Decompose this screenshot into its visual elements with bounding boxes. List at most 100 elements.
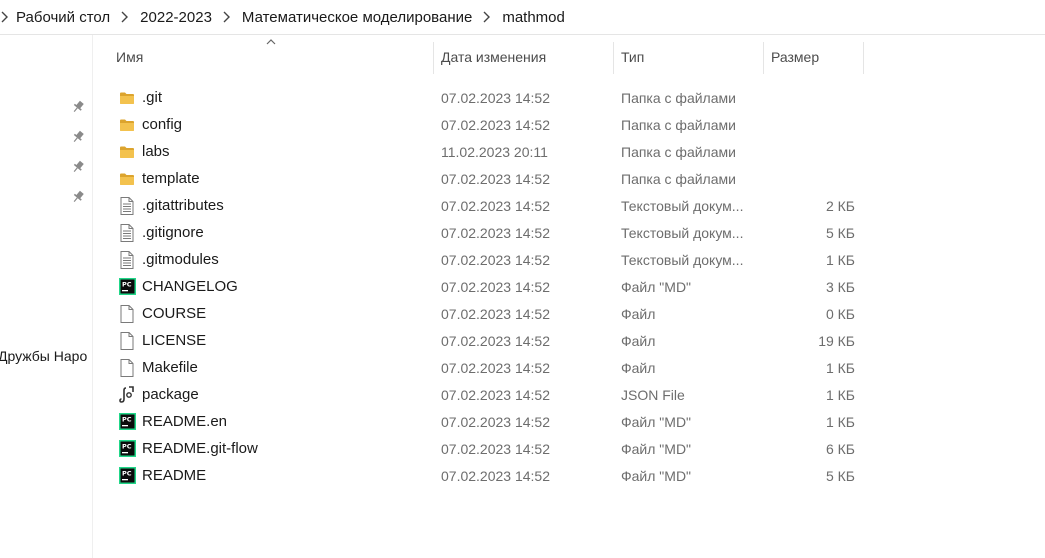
file-type: Файл "MD": [621, 440, 692, 457]
pin-icon[interactable]: [70, 129, 86, 145]
file-date-modified: 07.02.2023 14:52: [441, 224, 550, 241]
file-type: Файл: [621, 359, 656, 376]
folder-icon: [118, 165, 136, 192]
file-row[interactable]: LICENSE 07.02.2023 14:52 Файл 19 КБ: [108, 327, 868, 354]
file-row[interactable]: template 07.02.2023 14:52 Папка с файлами: [108, 165, 868, 192]
file-row[interactable]: .gitattributes 07.02.2023 14:52 Текстовый …: [108, 192, 868, 219]
file-size: [763, 165, 855, 192]
chevron-right-icon[interactable]: [218, 11, 236, 23]
text-document-icon: [118, 219, 136, 246]
column-header-row: Имя Дата изменения Тип Размер: [108, 39, 868, 74]
file-type: Папка с файлами: [621, 170, 736, 187]
file-type: Файл: [621, 305, 656, 322]
column-header-name[interactable]: Имя: [108, 40, 433, 74]
file-date-modified: 11.02.2023 20:11: [441, 143, 548, 160]
file-size: 0 КБ: [825, 305, 855, 322]
breadcrumb-item-current-folder[interactable]: mathmod: [496, 9, 571, 26]
text-document-icon: [118, 246, 136, 273]
nav-item-label[interactable]: Дружбы Наро: [0, 348, 87, 364]
file-type: Папка с файлами: [621, 89, 736, 106]
file-row[interactable]: PC README.git-flow 07.02.2023 14:52 Файл "M…: [108, 435, 868, 462]
file-row[interactable]: COURSE 07.02.2023 14:52 Файл 0 КБ: [108, 300, 868, 327]
file-size: 5 КБ: [825, 467, 855, 484]
file-date-modified: 07.02.2023 14:52: [441, 386, 550, 403]
svg-text:PC: PC: [122, 416, 132, 424]
breadcrumb-item-course[interactable]: Математическое моделирование: [236, 9, 478, 26]
file-name: README.git-flow: [142, 440, 258, 457]
file-row[interactable]: PC README.en 07.02.2023 14:52 Файл "MD" 1 КБ: [108, 408, 868, 435]
file-row[interactable]: labs 11.02.2023 20:11 Папка с файлами: [108, 138, 868, 165]
file-name: template: [142, 170, 200, 187]
file-date-modified: 07.02.2023 14:52: [441, 251, 550, 268]
chevron-right-icon[interactable]: [478, 11, 496, 23]
file-row[interactable]: Makefile 07.02.2023 14:52 Файл 1 КБ: [108, 354, 868, 381]
file-row[interactable]: config 07.02.2023 14:52 Папка с файлами: [108, 111, 868, 138]
file-row[interactable]: package 07.02.2023 14:52 JSON File 1 КБ: [108, 381, 868, 408]
file-row[interactable]: PC README 07.02.2023 14:52 Файл "MD" 5 КБ: [108, 462, 868, 489]
file-row[interactable]: .gitignore 07.02.2023 14:52 Текстовый доку…: [108, 219, 868, 246]
file-date-modified: 07.02.2023 14:52: [441, 170, 550, 187]
file-type: Папка с файлами: [621, 143, 736, 160]
file-name: Makefile: [142, 359, 198, 376]
file-type: Файл: [621, 332, 656, 349]
file-size: [763, 84, 855, 111]
blank-file-icon: [118, 354, 136, 381]
file-size: [763, 111, 855, 138]
file-date-modified: 07.02.2023 14:52: [441, 278, 550, 295]
pin-icon[interactable]: [70, 159, 86, 175]
file-row[interactable]: PC CHANGELOG 07.02.2023 14:52 Файл "MD" 3 КБ: [108, 273, 868, 300]
pycharm-icon: PC: [118, 462, 136, 489]
folder-icon: [118, 84, 136, 111]
file-name: LICENSE: [142, 332, 207, 349]
column-header-date[interactable]: Дата изменения: [433, 40, 613, 74]
file-size: 1 КБ: [825, 413, 855, 430]
breadcrumb: Рабочий стол 2022-2023 Математическое мо…: [0, 0, 1045, 35]
file-type: Файл "MD": [621, 278, 692, 295]
file-name: CHANGELOG: [142, 278, 238, 295]
folder-icon: [118, 138, 136, 165]
navigation-pane: Дружбы Наро: [0, 35, 93, 558]
file-date-modified: 07.02.2023 14:52: [441, 332, 550, 349]
file-date-modified: 07.02.2023 14:52: [441, 116, 550, 133]
file-size: 1 КБ: [825, 386, 855, 403]
svg-text:PC: PC: [122, 470, 132, 478]
file-type: Файл "MD": [621, 413, 692, 430]
file-name: .gitignore: [142, 224, 204, 241]
file-size: [763, 138, 855, 165]
file-list: .git 07.02.2023 14:52 Папка с файлами confi…: [108, 84, 868, 489]
file-row[interactable]: .gitmodules 07.02.2023 14:52 Текстовый док…: [108, 246, 868, 273]
chevron-right-icon[interactable]: [0, 11, 10, 23]
file-name: .gitattributes: [142, 197, 224, 214]
file-name: README.en: [142, 413, 228, 430]
file-type: Текстовый докум...: [621, 224, 744, 241]
json-file-icon: [118, 381, 136, 408]
file-name: .gitmodules: [142, 251, 219, 268]
pin-icon[interactable]: [70, 189, 86, 205]
file-size: 3 КБ: [825, 278, 855, 295]
file-type: Текстовый докум...: [621, 197, 744, 214]
svg-text:PC: PC: [122, 443, 132, 451]
file-name: package: [142, 386, 199, 403]
file-size: 1 КБ: [825, 359, 855, 376]
file-name: labs: [142, 143, 170, 160]
blank-file-icon: [118, 327, 136, 354]
file-date-modified: 07.02.2023 14:52: [441, 413, 550, 430]
file-type: Папка с файлами: [621, 116, 736, 133]
pycharm-icon: PC: [118, 435, 136, 462]
column-header-type[interactable]: Тип: [613, 40, 763, 74]
file-size: 19 КБ: [818, 332, 855, 349]
file-name: config: [142, 116, 183, 133]
file-row[interactable]: .git 07.02.2023 14:52 Папка с файлами: [108, 84, 868, 111]
file-name: COURSE: [142, 305, 207, 322]
pin-icon[interactable]: [70, 99, 86, 115]
breadcrumb-item-year[interactable]: 2022-2023: [134, 9, 218, 26]
breadcrumb-item-desktop[interactable]: Рабочий стол: [10, 9, 116, 26]
column-header-size[interactable]: Размер: [763, 40, 863, 74]
file-explorer-window: Рабочий стол 2022-2023 Математическое мо…: [0, 0, 1045, 558]
file-date-modified: 07.02.2023 14:52: [441, 467, 550, 484]
file-name: .git: [142, 89, 163, 106]
column-separator[interactable]: [863, 42, 864, 74]
file-type: Текстовый докум...: [621, 251, 744, 268]
chevron-right-icon[interactable]: [116, 11, 134, 23]
file-name: README: [142, 467, 207, 484]
